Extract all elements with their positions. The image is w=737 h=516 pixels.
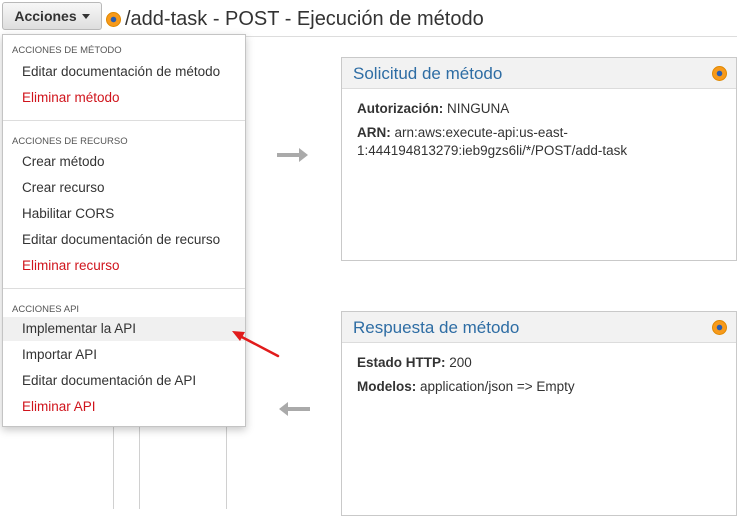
status-dot-icon[interactable]: [106, 12, 121, 27]
models-label: Modelos:: [357, 379, 417, 394]
menu-item-edit-method-docs[interactable]: Editar documentación de método: [3, 60, 245, 84]
menu-divider: [3, 120, 245, 121]
status-dot-icon: [712, 320, 727, 335]
menu-item-delete-method[interactable]: Eliminar método: [3, 86, 245, 110]
menu-item-deploy-api[interactable]: Implementar la API: [3, 317, 245, 341]
header-divider: [240, 36, 737, 37]
method-actions-header: ACCIONES DE MÉTODO: [12, 45, 122, 56]
resource-actions-header: ACCIONES DE RECURSO: [12, 136, 128, 147]
actions-button[interactable]: Acciones: [2, 2, 102, 30]
arrow-right-icon: [277, 148, 308, 162]
http-status-label: Estado HTTP:: [357, 355, 446, 370]
method-response-header: Respuesta de método: [342, 312, 736, 343]
arn-row: ARN: arn:aws:execute-api:us-east-1:44419…: [357, 124, 721, 160]
method-request-title[interactable]: Solicitud de método: [353, 64, 502, 84]
method-response-panel[interactable]: Respuesta de método Estado HTTP: 200 Mod…: [341, 311, 737, 516]
method-response-body: Estado HTTP: 200 Modelos: application/js…: [342, 343, 736, 396]
http-status-row: Estado HTTP: 200: [357, 354, 721, 372]
menu-item-edit-resource-docs[interactable]: Editar documentación de recurso: [3, 228, 245, 252]
authorization-value: NINGUNA: [447, 101, 510, 116]
flow-line: [226, 420, 227, 509]
method-response-title[interactable]: Respuesta de método: [353, 318, 519, 338]
page-title: /add-task - POST - Ejecución de método: [125, 8, 484, 30]
models-row: Modelos: application/json => Empty: [357, 378, 721, 396]
menu-item-create-method[interactable]: Crear método: [3, 150, 245, 174]
arn-value: arn:aws:execute-api:us-east-1:4441948132…: [357, 125, 628, 158]
method-request-panel[interactable]: Solicitud de método Autorización: NINGUN…: [341, 57, 737, 261]
arn-label: ARN:: [357, 125, 391, 140]
menu-item-import-api[interactable]: Importar API: [3, 343, 245, 367]
authorization-label: Autorización:: [357, 101, 444, 116]
menu-item-delete-resource[interactable]: Eliminar recurso: [3, 254, 245, 278]
menu-item-enable-cors[interactable]: Habilitar CORS: [3, 202, 245, 226]
authorization-row: Autorización: NINGUNA: [357, 100, 721, 118]
menu-divider: [3, 288, 245, 289]
models-value: application/json => Empty: [420, 379, 575, 394]
method-request-body: Autorización: NINGUNA ARN: arn:aws:execu…: [342, 89, 736, 160]
arrow-left-icon: [279, 402, 310, 416]
menu-item-create-resource[interactable]: Crear recurso: [3, 176, 245, 200]
caret-down-icon: [81, 14, 90, 19]
actions-button-label: Acciones: [14, 8, 77, 24]
http-status-value: 200: [449, 355, 472, 370]
actions-dropdown-menu: ACCIONES DE MÉTODO Editar documentación …: [2, 34, 246, 427]
api-actions-header: ACCIONES API: [12, 304, 80, 315]
menu-item-delete-api[interactable]: Eliminar API: [3, 395, 245, 419]
method-request-header: Solicitud de método: [342, 58, 736, 89]
annotation-arrow-icon: [232, 331, 280, 358]
flow-line: [139, 420, 140, 509]
menu-item-edit-api-docs[interactable]: Editar documentación de API: [3, 369, 245, 393]
flow-line: [113, 420, 114, 509]
status-dot-icon: [712, 66, 727, 81]
